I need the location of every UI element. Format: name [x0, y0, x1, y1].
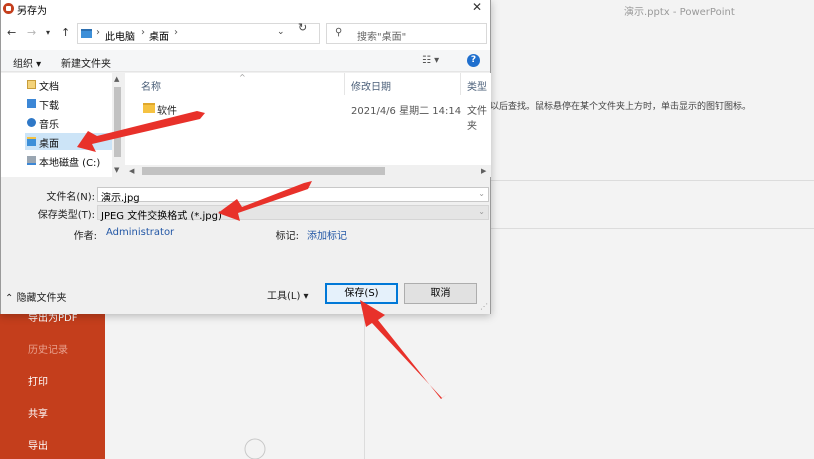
chevron-down-icon[interactable]: ⌄ [277, 27, 285, 37]
chevron-right-icon[interactable]: › [96, 27, 100, 38]
chevron-right-icon[interactable]: › [141, 27, 145, 38]
file-name: 软件 [157, 106, 177, 117]
breadcrumb-desktop[interactable]: 桌面 [149, 28, 169, 43]
address-input[interactable]: › 此电脑 › 桌面 › ⌄ [77, 23, 320, 44]
nav-share[interactable]: 共享 [28, 405, 48, 420]
nav-export[interactable]: 导出 [28, 437, 48, 452]
filename-label: 文件名(N): [46, 192, 95, 203]
column-header-name[interactable]: 名称 [141, 78, 161, 93]
author-value[interactable]: Administrator [106, 227, 174, 238]
save-type-select[interactable]: JPEG 文件交换格式 (*.jpg) ⌄ [97, 205, 489, 222]
nav-pane-scrollbar[interactable]: ▲ ▼ [112, 73, 123, 177]
save-button[interactable]: 保存(S) [325, 283, 398, 304]
tags-label: 标记: [275, 231, 299, 242]
nav-history[interactable]: 历史记录 [28, 341, 68, 356]
nav-print[interactable]: 打印 [28, 373, 48, 388]
navigation-pane: 文档 下载 音乐 桌面 本地磁盘 (C:) [1, 73, 123, 177]
powerpoint-icon [3, 3, 14, 14]
table-row[interactable]: 软件 2021/4/6 星期二 14:14 文件夹 [135, 99, 491, 132]
organize-button[interactable]: 组织 ▾ [13, 55, 41, 70]
desktop-icon [27, 137, 36, 146]
disk-icon [27, 156, 36, 165]
column-divider[interactable] [460, 73, 461, 95]
file-list: 名称 ^ 修改日期 类型 软件 2021/4/6 星期二 14:14 文件夹 [125, 73, 491, 177]
author-label: 作者: [73, 231, 97, 242]
nav-pane-item-downloads[interactable]: 下载 [25, 95, 117, 112]
nav-pane-item-music[interactable]: 音乐 [25, 114, 117, 131]
dialog-title: 另存为 [17, 6, 47, 17]
nav-pane-item-local-disk[interactable]: 本地磁盘 (C:) [25, 152, 117, 169]
scrollbar-thumb[interactable] [114, 87, 121, 157]
chevron-up-icon: ⌃ [5, 293, 17, 304]
dialog-titlebar[interactable]: 另存为 ✕ [1, 0, 490, 17]
recent-locations-icon[interactable]: ▾ [46, 28, 50, 37]
search-placeholder: 搜索"桌面" [357, 32, 407, 43]
tools-button[interactable]: 工具(L) ▾ [267, 287, 309, 302]
cancel-button[interactable]: 取消 [404, 283, 477, 304]
hide-folders-button[interactable]: ⌃ 隐藏文件夹 [5, 289, 67, 304]
column-header-date[interactable]: 修改日期 [351, 78, 391, 93]
chevron-right-icon[interactable]: › [174, 27, 178, 38]
address-bar-row: ← → ▾ ↑ › 此电脑 › 桌面 › ⌄ ↻ ⚲ 搜索"桌面" [1, 17, 490, 50]
music-icon [27, 118, 36, 127]
breadcrumb-this-pc[interactable]: 此电脑 [105, 28, 135, 43]
refresh-icon[interactable]: ↻ [298, 21, 307, 34]
resize-grip-icon[interactable]: ⋰ [480, 302, 488, 311]
dialog-toolbar: 组织 ▾ 新建文件夹 ☷ ▾ ? [1, 50, 490, 72]
app-window-title: 演示.pptx - PowerPoint [624, 7, 735, 18]
scroll-left-icon[interactable]: ◀ [129, 167, 134, 175]
column-divider[interactable] [344, 73, 345, 95]
save-type-label: 保存类型(T): [37, 210, 95, 221]
view-options-icon[interactable]: ☷ ▾ [422, 55, 439, 66]
save-as-dialog: 另存为 ✕ ← → ▾ ↑ › 此电脑 › 桌面 › ⌄ ↻ ⚲ 搜索"桌面" … [0, 0, 491, 314]
nav-pane-item-documents[interactable]: 文档 [25, 76, 117, 93]
help-icon[interactable]: ? [467, 54, 480, 67]
filename-input[interactable]: 演示.jpg ⌄ [97, 187, 489, 204]
up-arrow-icon[interactable]: ↑ [61, 26, 70, 39]
close-icon[interactable]: ✕ [472, 0, 482, 14]
desktop-folder-icon [81, 29, 92, 38]
sort-caret-icon: ^ [239, 73, 246, 82]
scroll-down-icon[interactable]: ▼ [114, 166, 119, 174]
column-header-type[interactable]: 类型 [467, 78, 487, 93]
forward-arrow-icon[interactable]: → [27, 26, 36, 39]
chevron-down-icon: ▾ [300, 291, 309, 302]
pin-hint-text: 以后查找。鼠标悬停在某个文件夹上方时，单击显示的图钉图标。 [490, 102, 752, 112]
tags-value[interactable]: 添加标记 [307, 227, 347, 242]
new-folder-button[interactable]: 新建文件夹 [61, 55, 111, 70]
file-type: 文件夹 [467, 106, 487, 132]
chevron-down-icon[interactable]: ⌄ [478, 207, 485, 216]
search-input[interactable]: ⚲ 搜索"桌面" [326, 23, 487, 44]
nav-pane-item-desktop[interactable]: 桌面 [25, 133, 117, 150]
scrollbar-thumb[interactable] [142, 167, 385, 175]
search-icon: ⚲ [335, 27, 343, 38]
back-arrow-icon[interactable]: ← [7, 26, 16, 39]
folder-icon [143, 103, 155, 113]
scroll-up-icon[interactable]: ▲ [114, 75, 119, 83]
file-date: 2021/4/6 星期二 14:14 [351, 106, 462, 117]
documents-icon [27, 80, 36, 89]
scroll-right-icon[interactable]: ▶ [481, 167, 486, 175]
chevron-down-icon[interactable]: ⌄ [478, 189, 485, 198]
downloads-icon [27, 99, 36, 108]
file-list-hscrollbar[interactable]: ◀ ▶ [125, 165, 491, 177]
